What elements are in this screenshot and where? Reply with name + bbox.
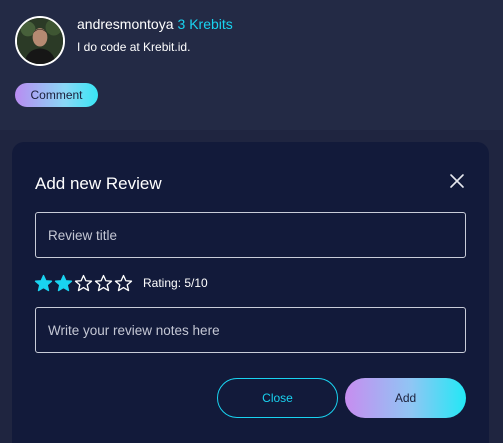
close-icon[interactable] <box>448 172 466 190</box>
star-filled-icon[interactable] <box>34 274 53 293</box>
modal-title: Add new Review <box>35 174 162 193</box>
add-review-modal: Add new Review Rating: 5/10 Close Add <box>12 142 489 443</box>
krebits-count[interactable]: 3 Krebits <box>178 16 233 32</box>
star-filled-icon[interactable] <box>54 274 73 293</box>
username-line: andresmontoya 3 Krebits <box>77 16 233 32</box>
avatar[interactable] <box>15 16 65 66</box>
rating-label: Rating: 5/10 <box>143 276 208 290</box>
star-empty-icon[interactable] <box>114 274 133 293</box>
add-button[interactable]: Add <box>345 378 466 418</box>
review-title-input[interactable] <box>35 212 466 258</box>
close-button[interactable]: Close <box>217 378 338 418</box>
comment-button[interactable]: Comment <box>15 83 98 107</box>
review-notes-input[interactable] <box>35 307 466 353</box>
profile-header: andresmontoya 3 Krebits I do code at Kreb… <box>0 0 503 130</box>
star-empty-icon[interactable] <box>94 274 113 293</box>
page: andresmontoya 3 Krebits I do code at Kreb… <box>0 0 503 443</box>
avatar-photo-icon <box>17 18 63 64</box>
username[interactable]: andresmontoya <box>77 16 174 32</box>
star-empty-icon[interactable] <box>74 274 93 293</box>
rating-row: Rating: 5/10 <box>34 273 208 293</box>
profile-bio: I do code at Krebit.id. <box>77 40 191 54</box>
star-rating[interactable] <box>34 274 134 293</box>
